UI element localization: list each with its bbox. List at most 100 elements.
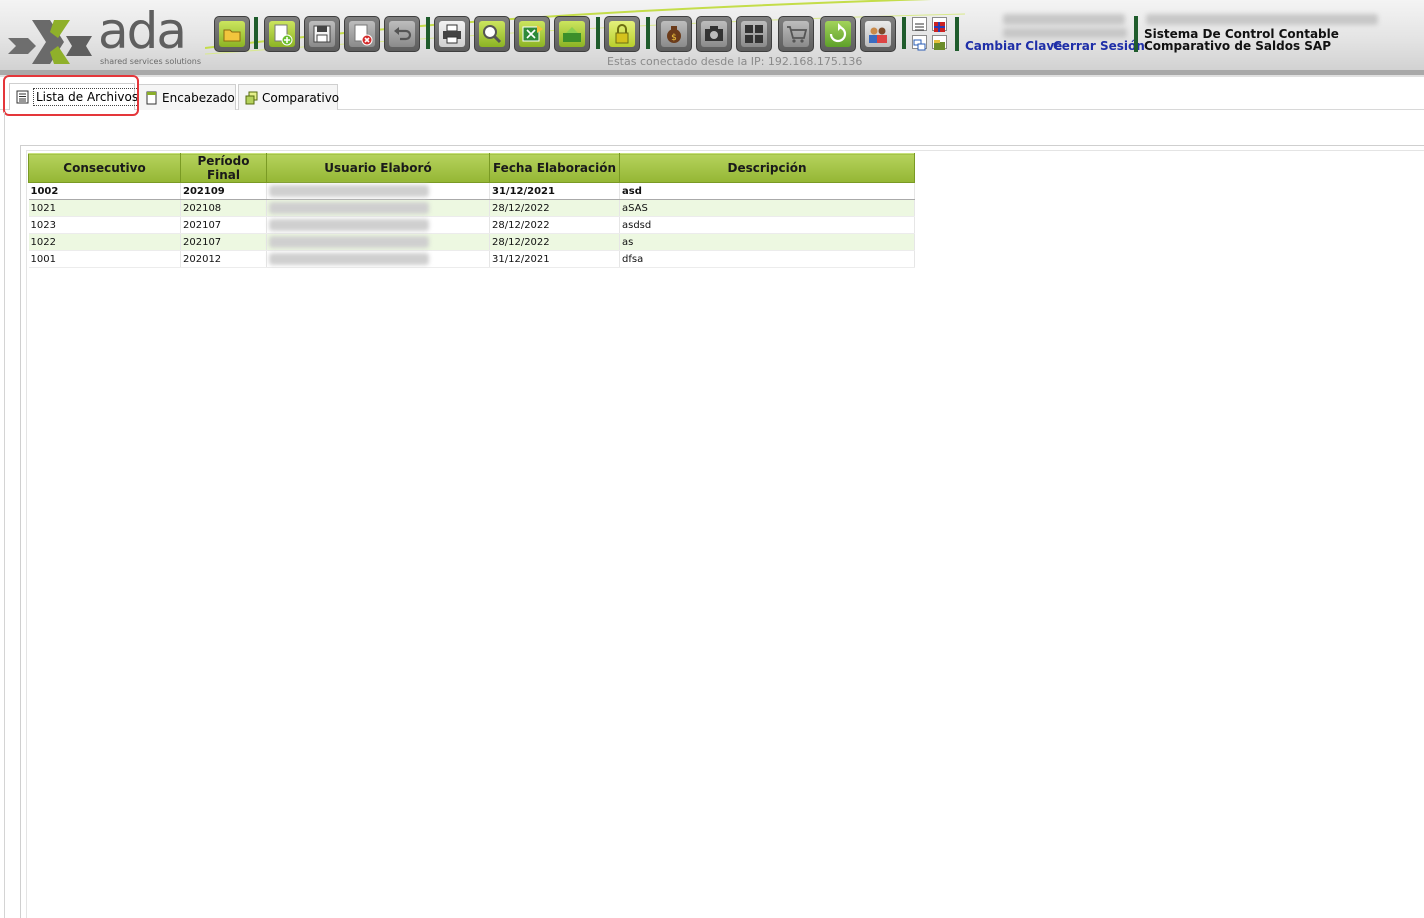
cell-fecha: 31/12/2021 (489, 182, 620, 200)
system-title-line2: Comparativo de Saldos SAP (1144, 39, 1331, 53)
save-icon (313, 25, 331, 43)
toolbar-separator (426, 17, 430, 49)
cell-periodo: 202108 (180, 199, 267, 217)
column-header-consecutivo[interactable]: Consecutivo (28, 153, 181, 183)
panel-inner-border (26, 150, 1424, 151)
export-excel-button[interactable] (514, 16, 550, 52)
system-title: Sistema De Control Contable Comparativo … (1144, 28, 1339, 52)
document-icon (145, 91, 158, 105)
tab-label: Comparativo (262, 90, 340, 105)
export-excel-icon (522, 25, 543, 42)
header-divider-light (0, 75, 1424, 77)
logo-subtitle: shared services solutions (100, 57, 202, 66)
blurred-user (269, 236, 429, 248)
ada-logo: ada shared services solutions (6, 6, 206, 68)
cell-usuario (266, 182, 490, 200)
grid-button[interactable] (736, 16, 772, 52)
list-view-button[interactable] (912, 17, 927, 31)
print-button[interactable] (434, 16, 470, 52)
blurred-user (269, 202, 429, 214)
import-icon (563, 27, 581, 42)
table-row[interactable]: 1002 202109 31/12/2021 asd (28, 182, 915, 200)
grid-header-row: Consecutivo Período Final Usuario Elabor… (28, 153, 915, 183)
lock-button[interactable] (604, 16, 640, 52)
cell-periodo: 202107 (180, 233, 267, 251)
cell-consecutivo: 1023 (28, 216, 181, 234)
cell-descripcion: asdsd (619, 216, 915, 234)
search-button[interactable] (474, 16, 510, 52)
table-row[interactable]: 1022 202107 28/12/2022 as (28, 233, 915, 251)
flag-button[interactable] (932, 17, 947, 32)
cell-usuario (266, 216, 490, 234)
users-button[interactable] (860, 16, 896, 52)
logo-mark-icon (8, 20, 92, 64)
image-button[interactable] (932, 35, 947, 50)
tab-label: Lista de Archivos (33, 88, 142, 106)
cell-usuario (266, 250, 490, 268)
list-icon (16, 90, 29, 104)
cell-consecutivo: 1002 (28, 182, 181, 200)
cell-periodo: 202012 (180, 250, 267, 268)
tab-label: Encabezado (162, 90, 235, 105)
cell-periodo: 202107 (180, 216, 267, 234)
blurred-user-date (1003, 28, 1127, 38)
blurred-user-name (1003, 14, 1125, 25)
undo-icon (394, 27, 412, 41)
logo-text: ada (98, 2, 187, 60)
save-button[interactable] (304, 16, 340, 52)
cart-button[interactable] (778, 16, 814, 52)
cart-icon (787, 26, 808, 43)
tab-lista-de-archivos[interactable]: Lista de Archivos (9, 83, 142, 110)
cell-usuario (266, 233, 490, 251)
delete-button[interactable] (344, 16, 380, 52)
toolbar-separator (646, 17, 650, 49)
cell-usuario (266, 199, 490, 217)
table-row[interactable]: 1001 202012 31/12/2021 dfsa (28, 250, 915, 268)
files-grid: Consecutivo Período Final Usuario Elabor… (28, 153, 915, 268)
tab-comparativo[interactable]: Comparativo (238, 84, 340, 110)
app-header: ada shared services solutions $ Estas co… (0, 0, 1424, 70)
blurred-user (269, 253, 429, 265)
money-bag-icon: $ (667, 26, 681, 43)
money-bag-button[interactable]: $ (656, 16, 692, 52)
cell-descripcion: as (619, 233, 915, 251)
windows-button[interactable] (912, 35, 927, 51)
column-header-descripcion[interactable]: Descripción (619, 153, 915, 183)
users-icon (869, 27, 887, 43)
logout-link[interactable]: Cerrar Sesión (1053, 39, 1145, 53)
cell-periodo: 202109 (180, 182, 267, 200)
import-button[interactable] (554, 16, 590, 52)
compare-icon (245, 91, 258, 105)
flag-icon (934, 22, 945, 32)
new-document-button[interactable] (264, 16, 300, 52)
cell-consecutivo: 1022 (28, 233, 181, 251)
toolbar-separator (596, 17, 600, 49)
change-password-link[interactable]: Cambiar Clave (965, 39, 1062, 53)
table-row[interactable]: 1021 202108 28/12/2022 aSAS (28, 199, 915, 217)
print-icon (443, 24, 461, 44)
windows-icon (913, 39, 926, 51)
delete-icon (354, 24, 373, 46)
image-icon (934, 40, 945, 50)
tab-encabezado[interactable]: Encabezado (138, 84, 236, 110)
table-row[interactable]: 1023 202107 28/12/2022 asdsd (28, 216, 915, 234)
camera-button[interactable] (696, 16, 732, 52)
cell-consecutivo: 1001 (28, 250, 181, 268)
content-left-border (4, 112, 5, 918)
cell-fecha: 28/12/2022 (489, 233, 620, 251)
toolbar-separator (955, 17, 959, 51)
toolbar-separator (254, 17, 258, 49)
toolbar-separator (1134, 16, 1138, 52)
toolbar-separator (902, 17, 906, 49)
column-header-periodo-final[interactable]: Período Final (180, 153, 267, 183)
undo-button[interactable] (384, 16, 420, 52)
refresh-button[interactable] (820, 16, 856, 52)
cell-fecha: 28/12/2022 (489, 216, 620, 234)
new-document-icon (274, 24, 293, 46)
cell-fecha: 28/12/2022 (489, 199, 620, 217)
cell-fecha: 31/12/2021 (489, 250, 620, 268)
open-folder-button[interactable] (214, 16, 250, 52)
column-header-usuario-elaboro[interactable]: Usuario Elaboró (266, 153, 490, 183)
column-header-fecha-elaboracion[interactable]: Fecha Elaboración (489, 153, 620, 183)
svg-text:$: $ (671, 33, 677, 43)
